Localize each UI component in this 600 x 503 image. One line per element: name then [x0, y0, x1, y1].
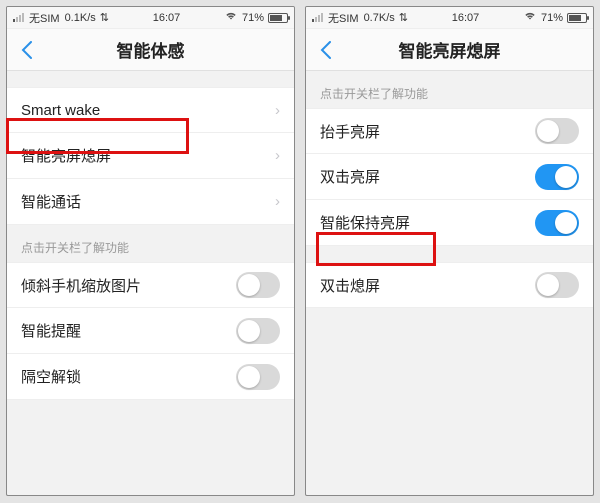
- net-speed: 0.1K/s: [65, 12, 96, 24]
- row-label: 倾斜手机缩放图片: [21, 275, 236, 296]
- row-label: 智能亮屏熄屏: [21, 145, 275, 166]
- page-title: 智能亮屏熄屏: [306, 37, 593, 62]
- row-smart-call[interactable]: 智能通话 ›: [7, 179, 294, 225]
- back-button[interactable]: [15, 38, 39, 62]
- status-time: 16:07: [408, 12, 523, 24]
- row-keep-screen-on[interactable]: 智能保持亮屏: [306, 200, 593, 246]
- row-smart-wake[interactable]: Smart wake ›: [7, 87, 294, 133]
- battery-pct: 71%: [242, 12, 264, 24]
- signal-icon: [312, 13, 323, 22]
- back-button[interactable]: [314, 38, 338, 62]
- row-label: 抬手亮屏: [320, 121, 535, 142]
- row-double-tap-sleep[interactable]: 双击熄屏: [306, 262, 593, 308]
- phone-left: 无SIM 0.1K/s ⇅ 16:07 71% 智能体感 Smart wake …: [6, 6, 295, 496]
- carrier-label: 无SIM: [29, 10, 60, 26]
- row-label: 双击熄屏: [320, 275, 535, 296]
- nav-bar: 智能体感: [7, 29, 294, 71]
- wifi-icon: [224, 11, 238, 24]
- group-hint: 点击开关栏了解功能: [306, 71, 593, 108]
- toggle-double-tap-sleep[interactable]: [535, 272, 579, 298]
- toggle-double-tap-wake[interactable]: [535, 164, 579, 190]
- row-raise-wake[interactable]: 抬手亮屏: [306, 108, 593, 154]
- row-smart-screen[interactable]: 智能亮屏熄屏 ›: [7, 133, 294, 179]
- transfer-icon: ⇅: [399, 11, 408, 24]
- toggle-smart-remind[interactable]: [236, 318, 280, 344]
- row-air-unlock[interactable]: 隔空解锁: [7, 354, 294, 400]
- chevron-right-icon: ›: [275, 147, 280, 164]
- row-label: 智能保持亮屏: [320, 212, 535, 233]
- row-label: 智能提醒: [21, 320, 236, 341]
- transfer-icon: ⇅: [100, 11, 109, 24]
- chevron-left-icon: [21, 41, 33, 59]
- row-tilt-zoom[interactable]: 倾斜手机缩放图片: [7, 262, 294, 308]
- status-bar: 无SIM 0.7K/s ⇅ 16:07 71%: [306, 7, 593, 29]
- signal-icon: [13, 13, 24, 22]
- battery-icon: [268, 13, 288, 23]
- toggle-raise-wake[interactable]: [535, 118, 579, 144]
- page-title: 智能体感: [7, 37, 294, 62]
- chevron-right-icon: ›: [275, 193, 280, 210]
- toggle-keep-screen-on[interactable]: [535, 210, 579, 236]
- row-label: 智能通话: [21, 191, 275, 212]
- phone-right: 无SIM 0.7K/s ⇅ 16:07 71% 智能亮屏熄屏 点击开关栏了解功能…: [305, 6, 594, 496]
- row-smart-remind[interactable]: 智能提醒: [7, 308, 294, 354]
- toggle-air-unlock[interactable]: [236, 364, 280, 390]
- battery-pct: 71%: [541, 12, 563, 24]
- chevron-right-icon: ›: [275, 102, 280, 119]
- toggle-tilt-zoom[interactable]: [236, 272, 280, 298]
- chevron-left-icon: [320, 41, 332, 59]
- nav-bar: 智能亮屏熄屏: [306, 29, 593, 71]
- net-speed: 0.7K/s: [364, 12, 395, 24]
- wifi-icon: [523, 11, 537, 24]
- status-bar: 无SIM 0.1K/s ⇅ 16:07 71%: [7, 7, 294, 29]
- row-label: Smart wake: [21, 102, 275, 119]
- row-label: 隔空解锁: [21, 366, 236, 387]
- status-time: 16:07: [109, 12, 224, 24]
- battery-icon: [567, 13, 587, 23]
- group-hint: 点击开关栏了解功能: [7, 225, 294, 262]
- row-label: 双击亮屏: [320, 166, 535, 187]
- row-double-tap-wake[interactable]: 双击亮屏: [306, 154, 593, 200]
- carrier-label: 无SIM: [328, 10, 359, 26]
